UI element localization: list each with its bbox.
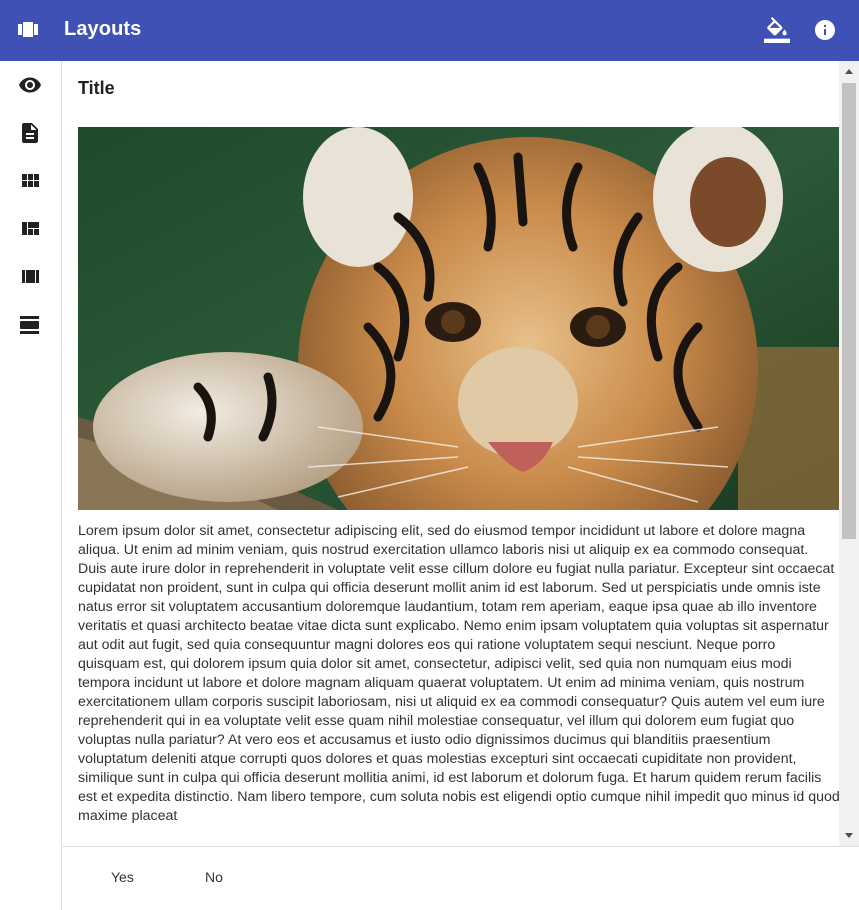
view-day-icon[interactable]	[14, 309, 46, 341]
tiger-cub-photo	[78, 127, 839, 510]
yes-button[interactable]: Yes	[111, 869, 134, 885]
card-actions: Yes No	[62, 846, 859, 910]
card-body-text: Lorem ipsum dolor sit amet, consectetur …	[78, 523, 840, 824]
visibility-icon[interactable]	[14, 69, 46, 101]
info-icon[interactable]	[810, 15, 840, 45]
app-bar: Layouts	[0, 0, 859, 61]
view-quilt-icon[interactable]	[14, 213, 46, 245]
description-icon[interactable]	[14, 117, 46, 149]
view-carousel-icon	[16, 18, 40, 42]
sidebar	[0, 61, 62, 910]
app-title: Layouts	[64, 18, 142, 40]
content-scrollbar[interactable]	[839, 61, 859, 847]
card-title: Title	[78, 78, 115, 98]
view-array-icon[interactable]	[14, 261, 46, 293]
content-card: Title Lorem ipsum dolor sit amet, consec…	[62, 61, 859, 847]
no-button[interactable]: No	[205, 869, 223, 885]
scroll-up-icon[interactable]	[839, 63, 859, 80]
scrollbar-thumb[interactable]	[842, 83, 856, 539]
view-module-icon[interactable]	[14, 165, 46, 197]
scroll-down-icon[interactable]	[839, 827, 859, 844]
format-color-fill-icon[interactable]	[762, 15, 792, 45]
